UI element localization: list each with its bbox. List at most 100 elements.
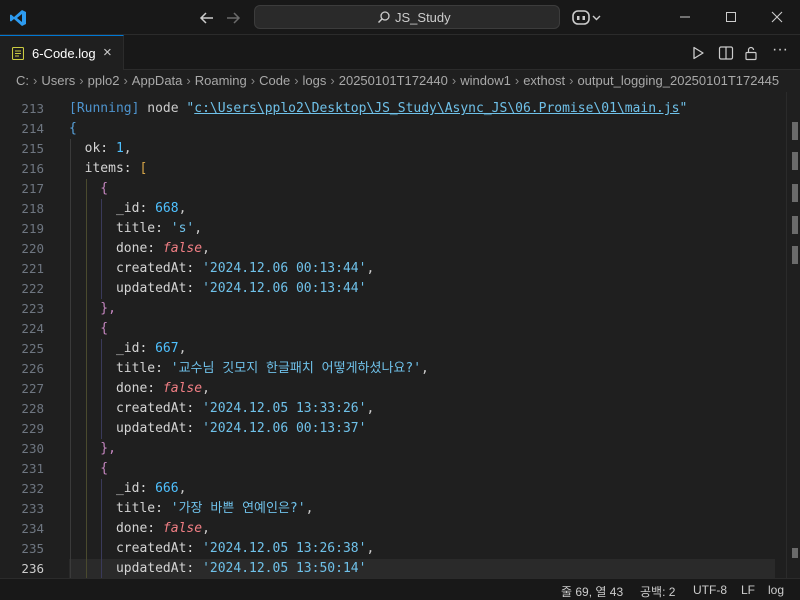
- breadcrumb-segment[interactable]: Code: [259, 73, 290, 88]
- code-line: title: '교수님 깃모지 한글패치 어떻게하셨나요?',: [69, 359, 429, 379]
- eol-setting[interactable]: LF: [741, 583, 755, 597]
- code-token: '교수님 깃모지 한글패치 어떻게하셨나요?': [170, 361, 422, 376]
- code-token: ,: [202, 381, 210, 396]
- chevron-right-icon: ›: [79, 73, 84, 88]
- line-number: 220: [21, 241, 44, 256]
- chevron-right-icon: ›: [33, 73, 38, 88]
- code-token: '2024.12.05 13:33:26': [202, 401, 367, 416]
- encoding-setting[interactable]: UTF-8: [693, 583, 727, 597]
- code-token: 1: [115, 141, 124, 156]
- run-icon[interactable]: [690, 45, 706, 61]
- code-line: createdAt: '2024.12.05 13:33:26',: [69, 399, 374, 419]
- minimize-button[interactable]: [662, 0, 708, 35]
- code-token: 667: [155, 341, 179, 356]
- scrollbar-marker: [792, 548, 798, 558]
- lock-icon[interactable]: [743, 45, 759, 61]
- scrollbar-marker: [792, 184, 798, 202]
- code-line: done: false,: [69, 519, 210, 539]
- breadcrumb-segment[interactable]: Roaming: [195, 73, 247, 88]
- arrow-left-icon[interactable]: [196, 7, 218, 29]
- scrollbar-marker: [792, 246, 798, 264]
- code-token: ,: [178, 481, 187, 496]
- breadcrumb-segment[interactable]: window1: [460, 73, 511, 88]
- line-number: 217: [21, 181, 44, 196]
- code-token[interactable]: c:\Users\pplo2\Desktop\JS_Study\Async_JS…: [194, 101, 679, 116]
- code-token: 668: [155, 201, 179, 216]
- code-token: _id:: [69, 481, 156, 496]
- code-content[interactable]: [Running] node "c:\Users\pplo2\Desktop\J…: [69, 92, 769, 578]
- code-token: done:: [69, 381, 163, 396]
- code-token: ,: [202, 241, 210, 256]
- code-token: ": [679, 101, 688, 116]
- tab-close-icon[interactable]: ×: [103, 45, 112, 61]
- breadcrumb-segment[interactable]: exthost: [523, 73, 565, 88]
- line-number: 224: [21, 321, 44, 336]
- code-line: },: [69, 439, 116, 459]
- tab-bar: 6-Code.log × ···: [0, 35, 800, 70]
- title-bar: JS_Study: [0, 0, 800, 35]
- code-token: [Running]: [69, 101, 140, 116]
- line-number: 236: [21, 561, 44, 576]
- breadcrumb-segment[interactable]: pplo2: [88, 73, 120, 88]
- language-mode[interactable]: log: [768, 583, 784, 597]
- log-file-icon: [12, 47, 24, 60]
- code-token: createdAt:: [69, 541, 203, 556]
- line-number: 233: [21, 501, 44, 516]
- code-token: '2024.12.05 13:50:14': [202, 561, 367, 576]
- line-number: 230: [21, 441, 44, 456]
- minimize-icon: [680, 16, 690, 18]
- breadcrumb-segment[interactable]: logs: [303, 73, 327, 88]
- code-token: ,: [366, 401, 375, 416]
- line-number: 232: [21, 481, 44, 496]
- line-number: 227: [21, 381, 44, 396]
- code-token: done:: [69, 521, 163, 536]
- arrow-right-icon[interactable]: [222, 7, 244, 29]
- code-token: createdAt:: [69, 261, 203, 276]
- code-line: _id: 668,: [69, 199, 186, 219]
- line-number: 235: [21, 541, 44, 556]
- chevron-right-icon: ›: [451, 73, 457, 88]
- more-icon[interactable]: ···: [772, 42, 788, 61]
- line-number: 225: [21, 341, 44, 356]
- code-token: done:: [69, 241, 163, 256]
- code-token: },: [69, 441, 116, 456]
- code-token: items:: [69, 161, 140, 176]
- close-window-button[interactable]: [754, 0, 800, 35]
- line-number: 223: [21, 301, 44, 316]
- status-bar: 줄 69, 열 43 공백: 2 UTF-8 LF log: [0, 578, 800, 600]
- maximize-button[interactable]: [708, 0, 754, 35]
- code-token: ,: [178, 341, 187, 356]
- code-token: ,: [305, 501, 314, 516]
- breadcrumb-segment[interactable]: Users: [41, 73, 75, 88]
- breadcrumb: C: › Users › pplo2 › AppData › Roaming › Code › logs…: [0, 70, 800, 92]
- vscode-logo-icon[interactable]: [9, 9, 27, 27]
- code-token: ,: [178, 201, 187, 216]
- code-line: createdAt: '2024.12.06 00:13:44',: [69, 259, 374, 279]
- line-number: 234: [21, 521, 44, 536]
- line-number: 218: [21, 201, 44, 216]
- indentation-setting[interactable]: 공백: 2: [640, 583, 675, 600]
- code-token: node: [139, 101, 187, 116]
- close-icon: [771, 11, 783, 23]
- cursor-position[interactable]: 줄 69, 열 43: [561, 583, 623, 600]
- copilot-icon[interactable]: [572, 9, 602, 27]
- code-line: {: [69, 179, 108, 199]
- breadcrumb-segment[interactable]: AppData: [132, 73, 183, 88]
- editor[interactable]: 213 214 215 216 217 218 219 220 221 222 223 224 225 2…: [0, 92, 800, 578]
- code-token: {: [69, 321, 109, 336]
- code-token: _id:: [69, 341, 156, 356]
- code-token: title:: [69, 221, 171, 236]
- line-number: 213: [21, 101, 44, 116]
- code-token: '2024.12.06 00:13:37': [202, 421, 367, 436]
- breadcrumb-segment[interactable]: output_logging_20250101T172445: [577, 73, 779, 88]
- code-token: '2024.12.06 00:13:44': [202, 281, 367, 296]
- code-line: updatedAt: '2024.12.06 00:13:37': [69, 419, 366, 439]
- code-token: title:: [69, 501, 171, 516]
- command-center-search[interactable]: JS_Study: [254, 5, 560, 29]
- breadcrumb-segment[interactable]: C:: [16, 73, 29, 88]
- code-line: updatedAt: '2024.12.06 00:13:44': [69, 279, 366, 299]
- breadcrumb-segment[interactable]: 20250101T172440: [339, 73, 448, 88]
- split-editor-icon[interactable]: [718, 45, 734, 61]
- tab-6-code-log[interactable]: 6-Code.log ×: [0, 35, 124, 70]
- code-token: updatedAt:: [69, 281, 203, 296]
